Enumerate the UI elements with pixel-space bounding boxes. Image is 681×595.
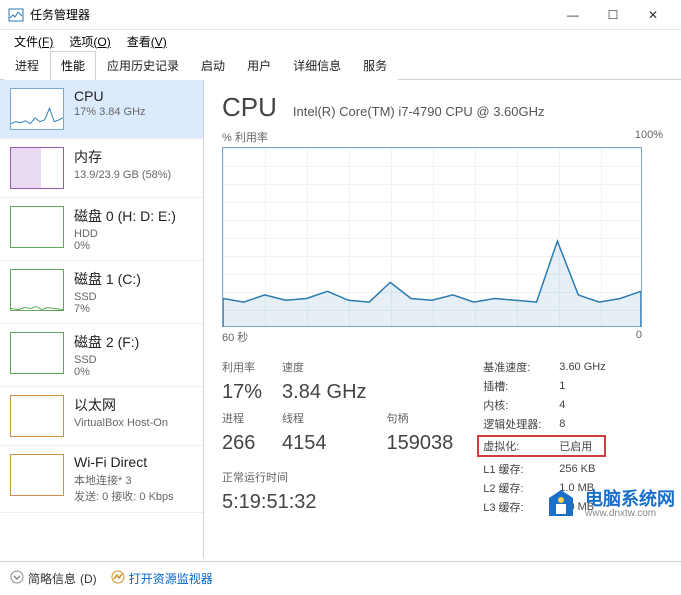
app-icon [8,7,24,23]
main-panel: CPU Intel(R) Core(TM) i7-4790 CPU @ 3.60… [204,80,681,558]
chart-ymax: 100% [635,129,663,145]
resource-monitor-icon [111,570,125,587]
l1-value: 256 KB [559,463,595,475]
uptime-value: 5:19:51:32 [222,491,453,518]
cpu-spark-icon [10,88,64,130]
footer: 简略信息(D) 打开资源监视器 [0,561,681,595]
stats-left: 利用率 速度 17% 3.84 GHz 进程 线程 句柄 266 4154 15… [222,359,453,518]
sidebar-ethernet[interactable]: 以太网 VirtualBox Host-On [0,387,203,446]
sidebar: CPU 17% 3.84 GHz 内存 13.9/23.9 GB (58%) 磁… [0,80,204,558]
close-button[interactable]: ✕ [633,1,673,29]
cpu-chart: % 利用率 100% 60 秒 0 [222,129,663,345]
menu-options[interactable]: 选项(O) [61,31,118,52]
sidebar-cpu[interactable]: CPU 17% 3.84 GHz [0,80,203,139]
tab-performance[interactable]: 性能 [50,51,96,80]
speed-label: 速度 [282,359,366,379]
menubar: 文件(F) 选项(O) 查看(V) [0,30,681,52]
tab-details[interactable]: 详细信息 [282,51,352,80]
speed-value: 3.84 GHz [282,381,366,408]
lprocs-label: 逻辑处理器: [483,416,559,432]
sidebar-disk0[interactable]: 磁盘 0 (H: D: E:) HDD 0% [0,198,203,261]
content: CPU 17% 3.84 GHz 内存 13.9/23.9 GB (58%) 磁… [0,80,681,558]
tab-processes[interactable]: 进程 [4,51,50,80]
menu-file[interactable]: 文件(F) [6,31,61,52]
watermark-name: 电脑系统网 [585,490,675,508]
lprocs-value: 8 [559,418,565,430]
sidebar-item-sub2: 发送: 0 接收: 0 Kbps [74,488,195,504]
basespeed-label: 基准速度: [483,359,559,375]
sidebar-item-sub2: 0% [74,366,195,378]
handles-label: 句柄 [387,410,454,430]
chevron-down-icon [10,570,24,587]
processes-label: 进程 [222,410,262,430]
titlebar: 任务管理器 — ☐ ✕ [0,0,681,30]
sidebar-item-sub: 17% 3.84 GHz [74,106,195,118]
panel-title: CPU [222,92,277,123]
cores-label: 内核: [483,397,559,413]
basespeed-value: 3.60 GHz [559,361,605,373]
sidebar-disk1[interactable]: 磁盘 1 (C:) SSD 7% [0,261,203,324]
sidebar-item-sub2: 0% [74,240,195,252]
sidebar-item-sub: SSD [74,291,195,303]
sidebar-item-label: 磁盘 0 (H: D: E:) [74,206,195,226]
watermark: 电脑系统网 www.dnxtw.com [543,486,675,522]
sidebar-item-sub: SSD [74,354,195,366]
window-title: 任务管理器 [30,6,553,23]
threads-label: 线程 [282,410,366,430]
sidebar-item-label: 磁盘 2 (F:) [74,332,195,352]
sidebar-item-label: 以太网 [74,395,195,415]
cpu-model: Intel(R) Core(TM) i7-4790 CPU @ 3.60GHz [293,104,545,119]
watermark-logo-icon [543,486,579,522]
chart-xright: 0 [636,329,642,345]
sidebar-item-sub: 13.9/23.9 GB (58%) [74,169,195,181]
disk-spark-icon [10,332,64,374]
disk-spark-icon [10,206,64,248]
tab-users[interactable]: 用户 [236,51,282,80]
sockets-label: 插槽: [483,378,559,394]
handles-value: 159038 [387,432,454,459]
maximize-button[interactable]: ☐ [593,1,633,29]
sidebar-item-sub: HDD [74,228,195,240]
virt-value: 已启用 [559,438,592,454]
virtualization-row: 虚拟化:已启用 [477,435,605,457]
sidebar-item-sub2: 7% [74,303,195,315]
net-spark-icon [10,454,64,496]
util-label: 利用率 [222,359,262,379]
sidebar-item-sub: VirtualBox Host-On [74,417,195,429]
cores-value: 4 [559,399,565,411]
menu-view[interactable]: 查看(V) [119,31,175,52]
sidebar-item-label: 内存 [74,147,195,167]
net-spark-icon [10,395,64,437]
watermark-url: www.dnxtw.com [585,508,675,519]
sidebar-item-sub: 本地连接* 3 [74,472,195,488]
tabs: 进程 性能 应用历史记录 启动 用户 详细信息 服务 [0,52,681,80]
minimize-button[interactable]: — [553,1,593,29]
memory-bar-icon [10,147,64,189]
fewer-details-button[interactable]: 简略信息(D) [10,570,97,587]
processes-value: 266 [222,432,262,459]
chart-xleft: 60 秒 [222,329,248,345]
uptime-label: 正常运行时间 [222,469,453,489]
virt-label: 虚拟化: [483,438,559,454]
sidebar-memory[interactable]: 内存 13.9/23.9 GB (58%) [0,139,203,198]
sidebar-item-label: Wi-Fi Direct [74,454,195,470]
chart-ylabel: % 利用率 [222,129,268,145]
tab-app-history[interactable]: 应用历史记录 [96,51,190,80]
sidebar-item-label: CPU [74,88,195,104]
disk-spark-icon [10,269,64,311]
l1-label: L1 缓存: [483,461,559,477]
sidebar-item-label: 磁盘 1 (C:) [74,269,195,289]
sidebar-disk2[interactable]: 磁盘 2 (F:) SSD 0% [0,324,203,387]
utilization-chart[interactable] [222,147,642,327]
sockets-value: 1 [559,380,565,392]
threads-value: 4154 [282,432,366,459]
tab-services[interactable]: 服务 [352,51,398,80]
util-value: 17% [222,381,262,408]
tab-startup[interactable]: 启动 [190,51,236,80]
sidebar-wifi-direct[interactable]: Wi-Fi Direct 本地连接* 3 发送: 0 接收: 0 Kbps [0,446,203,513]
open-resource-monitor-link[interactable]: 打开资源监视器 [111,570,213,587]
